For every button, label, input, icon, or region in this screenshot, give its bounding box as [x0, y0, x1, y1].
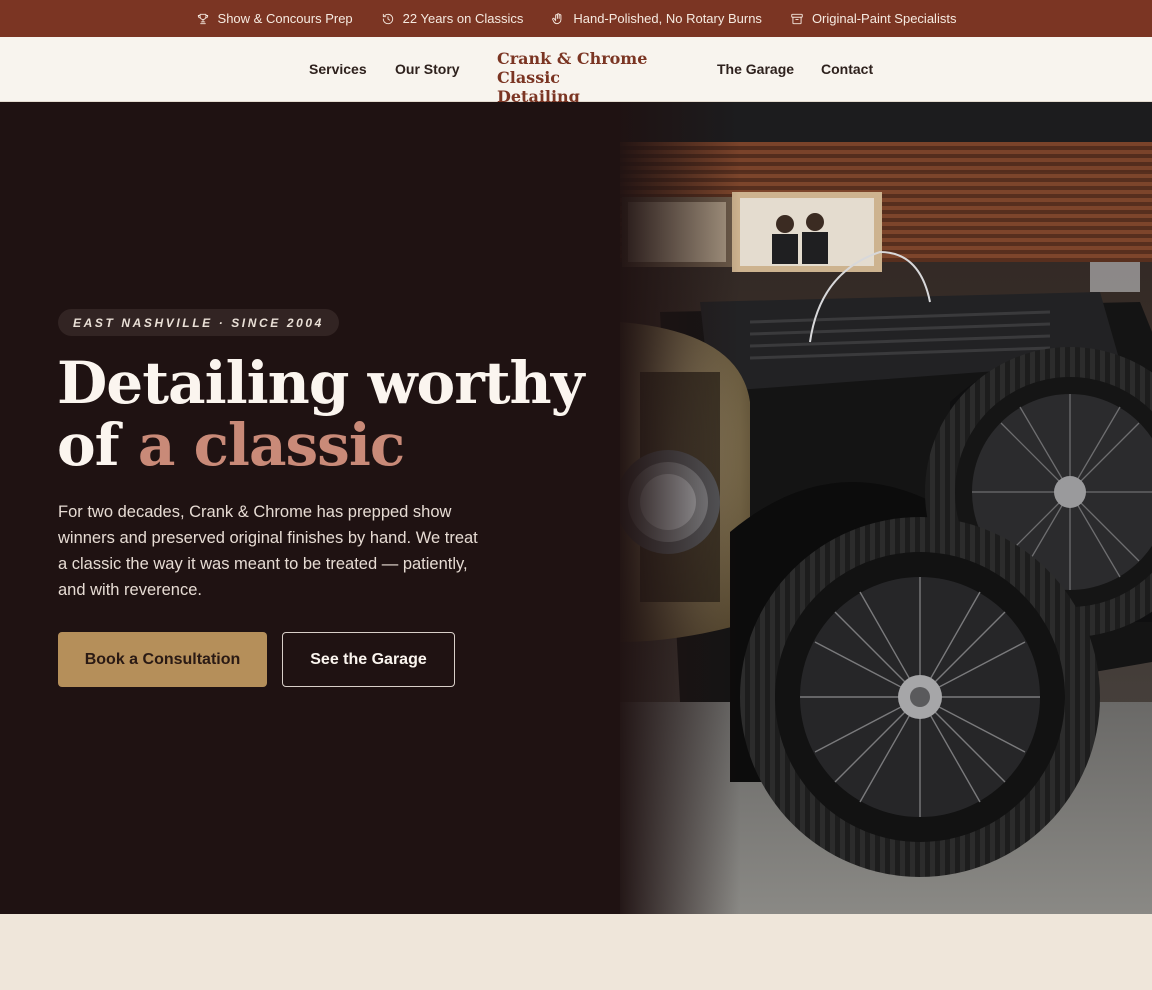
topbar-item-original-paint: Original-Paint Specialists: [790, 11, 957, 26]
topbar-item-years: 22 Years on Classics: [381, 11, 524, 26]
headline-accent: a classic: [137, 411, 405, 479]
archive-box-icon: [791, 13, 803, 24]
logo-line-1: Crank & Chrome Classic: [497, 49, 648, 87]
topbar-item-label: Show & Concours Prep: [217, 11, 353, 26]
book-consultation-button[interactable]: Book a Consultation: [58, 632, 267, 687]
topbar-item-label: 22 Years on Classics: [402, 11, 524, 26]
main-nav: Services Our Story Crank & Chrome Classi…: [0, 37, 1152, 106]
hero-section: EAST NASHVILLE · SINCE 2004 Detailing wo…: [0, 102, 1152, 914]
nav-link-the-garage[interactable]: The Garage: [717, 61, 794, 77]
trophy-icon: [197, 13, 208, 24]
nav-link-our-story[interactable]: Our Story: [395, 61, 460, 77]
announcement-bar: Show & Concours Prep 22 Years on Classic…: [0, 0, 1152, 37]
topbar-item-label: Hand-Polished, No Rotary Burns: [573, 11, 762, 26]
topbar-item-show-prep: Show & Concours Prep: [196, 11, 353, 26]
hero-eyebrow-badge: EAST NASHVILLE · SINCE 2004: [58, 309, 339, 336]
headline-line-2-start: of: [57, 411, 138, 479]
hero-image-fade: [600, 102, 740, 914]
hero-description: For two decades, Crank & Chrome has prep…: [58, 503, 478, 599]
site-logo[interactable]: Crank & Chrome Classic Detailing: [497, 49, 697, 106]
see-the-garage-button[interactable]: See the Garage: [282, 632, 455, 687]
topbar-item-label: Original-Paint Specialists: [811, 11, 957, 26]
nav-link-services[interactable]: Services: [309, 61, 367, 77]
hand-icon: [552, 12, 562, 24]
hero-headline: Detailing worthy of a classic: [57, 352, 617, 476]
topbar-item-hand-polished: Hand-Polished, No Rotary Burns: [551, 11, 762, 26]
history-clock-icon: [382, 13, 393, 24]
headline-line-1: Detailing worthy: [57, 349, 584, 417]
nav-link-contact[interactable]: Contact: [821, 61, 873, 77]
